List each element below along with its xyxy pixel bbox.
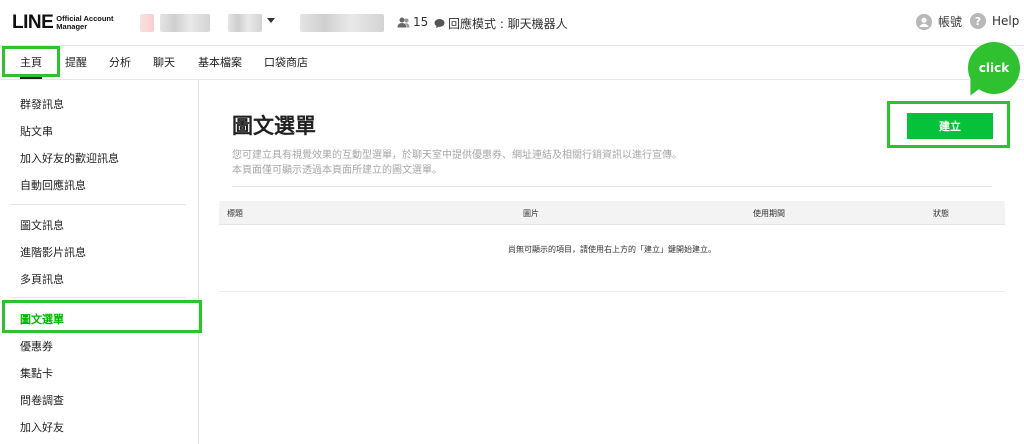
sidebar-divider bbox=[10, 204, 186, 205]
account-id-blurred bbox=[300, 14, 384, 32]
chat-bubble-icon bbox=[434, 19, 445, 29]
page-description-note: 本頁面僅可顯示透過本頁面所建立的圖文選單。 bbox=[232, 165, 442, 176]
reply-mode[interactable]: 回應模式 : 聊天機器人 bbox=[434, 15, 568, 32]
column-image: 圖片 bbox=[523, 209, 539, 218]
sidebar-item-auto-reply[interactable]: 自動回應訊息 bbox=[20, 177, 86, 193]
page-title: 圖文選單 bbox=[232, 114, 316, 138]
page-description: 您可建立具有視覺效果的互動型選單，於聊天室中提供優惠券、網址連結及相關行銷資訊以… bbox=[232, 150, 682, 161]
user-avatar-icon bbox=[916, 13, 932, 30]
nav-shop[interactable]: 口袋商店 bbox=[264, 46, 308, 79]
logo-text: LINE bbox=[12, 12, 54, 33]
click-callout: click bbox=[968, 42, 1020, 94]
sidebar-item-rich-video[interactable]: 進階影片訊息 bbox=[20, 244, 86, 260]
account-menu[interactable]: 帳號 bbox=[916, 13, 962, 30]
friend-count: 15 bbox=[397, 15, 428, 29]
nav-analytics[interactable]: 分析 bbox=[109, 46, 131, 79]
empty-state-message: 尚無可顯示的項目，請使用右上方的「建立」鍵開始建立。 bbox=[508, 245, 716, 254]
chevron-down-icon[interactable] bbox=[267, 18, 275, 23]
sidebar-item-card-message[interactable]: 多頁訊息 bbox=[20, 271, 64, 287]
sidebar-item-timeline[interactable]: 貼文串 bbox=[20, 123, 53, 139]
sidebar: 群發訊息 貼文串 加入好友的歡迎訊息 自動回應訊息 圖文訊息 進階影片訊息 多頁… bbox=[0, 80, 199, 444]
sidebar-item-add-friends[interactable]: 加入好友 bbox=[20, 419, 64, 435]
nav-profile[interactable]: 基本檔案 bbox=[198, 46, 242, 79]
sidebar-item-rich-message[interactable]: 圖文訊息 bbox=[20, 217, 64, 233]
content-divider bbox=[232, 186, 992, 187]
highlight-rich-menu bbox=[2, 300, 202, 333]
question-icon: ? bbox=[970, 13, 986, 29]
sidebar-item-broadcast[interactable]: 群發訊息 bbox=[20, 96, 64, 112]
sidebar-item-coupons[interactable]: 優惠券 bbox=[20, 338, 53, 354]
friends-icon bbox=[397, 17, 410, 27]
account-name-blurred[interactable] bbox=[160, 14, 210, 32]
logo-subtext: Official Account Manager bbox=[56, 14, 114, 31]
reply-mode-text: 回應模式 : 聊天機器人 bbox=[448, 17, 568, 31]
sidebar-divider bbox=[10, 297, 186, 298]
sidebar-item-reward-card[interactable]: 集點卡 bbox=[20, 365, 53, 381]
table-header: 標題 圖片 使用期間 狀態 bbox=[219, 201, 1005, 225]
column-title[interactable]: 標題 bbox=[227, 208, 243, 219]
account-name-blurred-2[interactable] bbox=[228, 14, 262, 32]
help-link[interactable]: ? Help bbox=[970, 13, 1019, 29]
column-status[interactable]: 狀態 bbox=[933, 208, 949, 219]
table-bottom-border bbox=[219, 291, 1005, 292]
nav-reminders[interactable]: 提醒 bbox=[65, 46, 87, 79]
account-avatar-blurred bbox=[140, 14, 154, 32]
create-button[interactable]: 建立 bbox=[907, 113, 993, 139]
line-oam-logo[interactable]: LINE Official Account Manager bbox=[12, 12, 124, 34]
sidebar-item-greeting[interactable]: 加入好友的歡迎訊息 bbox=[20, 150, 119, 166]
column-period[interactable]: 使用期間 bbox=[753, 208, 785, 219]
highlight-home-tab bbox=[2, 46, 60, 77]
nav-chat[interactable]: 聊天 bbox=[153, 46, 175, 79]
sidebar-item-survey[interactable]: 問卷調查 bbox=[20, 392, 64, 408]
help-label: Help bbox=[992, 14, 1020, 28]
friend-count-value: 15 bbox=[413, 15, 429, 29]
account-label: 帳號 bbox=[938, 15, 963, 29]
main-nav: 主頁 提醒 分析 聊天 基本檔案 口袋商店 bbox=[0, 46, 1024, 80]
top-header: LINE Official Account Manager 15 回應模式 : … bbox=[0, 0, 1024, 46]
